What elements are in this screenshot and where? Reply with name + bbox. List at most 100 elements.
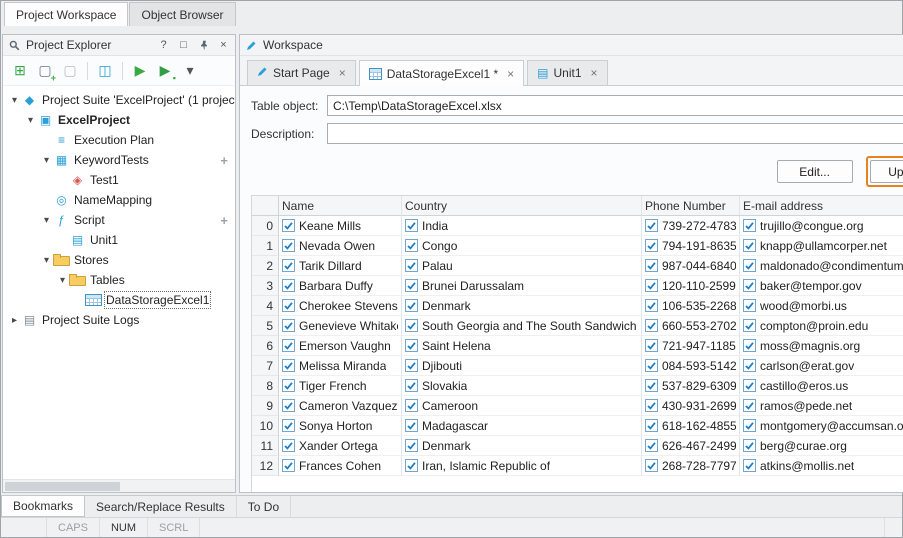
grid-cell-3-name[interactable]: Barbara Duffy — [279, 276, 402, 296]
grid-cell-2-country[interactable]: Palau — [402, 256, 642, 276]
checkbox-checked-icon[interactable] — [405, 279, 418, 292]
add-new-item-icon[interactable]: ⊞ — [9, 60, 31, 82]
row-header-7[interactable]: 7 — [252, 356, 279, 376]
tree-item-test1[interactable]: ◈Test1 — [3, 170, 235, 190]
expander-icon[interactable]: ▾ — [40, 255, 53, 266]
checkbox-checked-icon[interactable] — [645, 279, 658, 292]
grid-cell-8-phone-number[interactable]: 537-829-6309 — [642, 376, 740, 396]
checkbox-checked-icon[interactable] — [282, 219, 295, 232]
checkbox-checked-icon[interactable] — [645, 239, 658, 252]
grid-cell-4-name[interactable]: Cherokee Stevens — [279, 296, 402, 316]
doc-tab-start-page[interactable]: Start Page× — [247, 60, 356, 85]
grid-cell-9-phone-number[interactable]: 430-931-2699 — [642, 396, 740, 416]
tree-item-project-suite-excelproject-1-project[interactable]: ▾◆Project Suite 'ExcelProject' (1 projec… — [3, 90, 235, 110]
table-object-input[interactable] — [327, 95, 903, 116]
checkbox-checked-icon[interactable] — [645, 339, 658, 352]
row-header-5[interactable]: 5 — [252, 316, 279, 336]
checkbox-checked-icon[interactable] — [743, 359, 756, 372]
grid-cell-9-e-mail-address[interactable]: ramos@pede.net — [740, 396, 903, 416]
tree-item-execution-plan[interactable]: ≡Execution Plan — [3, 130, 235, 150]
tree-item-script[interactable]: ▾ƒScript+ — [3, 210, 235, 230]
grid-cell-1-e-mail-address[interactable]: knapp@ullamcorper.net — [740, 236, 903, 256]
checkbox-checked-icon[interactable] — [645, 439, 658, 452]
checkbox-checked-icon[interactable] — [743, 259, 756, 272]
checkbox-checked-icon[interactable] — [282, 339, 295, 352]
grid-cell-5-e-mail-address[interactable]: compton@proin.edu — [740, 316, 903, 336]
checkbox-checked-icon[interactable] — [282, 379, 295, 392]
remove-item-icon[interactable]: ▢ — [59, 60, 81, 82]
grid-cell-4-phone-number[interactable]: 106-535-2268 — [642, 296, 740, 316]
checkbox-checked-icon[interactable] — [645, 379, 658, 392]
run-project-icon[interactable]: ▶▪ — [154, 60, 176, 82]
grid-cell-11-e-mail-address[interactable]: berg@curae.org — [740, 436, 903, 456]
checkbox-checked-icon[interactable] — [405, 299, 418, 312]
add-existing-item-icon[interactable]: ▢+ — [34, 60, 56, 82]
help-icon[interactable]: ? — [157, 38, 170, 52]
grid-cell-4-country[interactable]: Denmark — [402, 296, 642, 316]
project-tree-hscrollbar[interactable] — [3, 479, 235, 492]
checkbox-checked-icon[interactable] — [645, 259, 658, 272]
column-header-country[interactable]: Country — [402, 196, 642, 216]
checkbox-checked-icon[interactable] — [743, 219, 756, 232]
dropdown-icon[interactable]: ▾ — [179, 60, 201, 82]
checkbox-checked-icon[interactable] — [743, 339, 756, 352]
bottom-tab-bookmarks[interactable]: Bookmarks — [1, 496, 85, 517]
description-input[interactable] — [327, 123, 903, 144]
expander-icon[interactable]: ▾ — [40, 215, 53, 226]
checkbox-checked-icon[interactable] — [282, 399, 295, 412]
grid-cell-12-country[interactable]: Iran, Islamic Republic of — [402, 456, 642, 476]
close-icon[interactable]: × — [217, 38, 230, 52]
tree-item-keywordtests[interactable]: ▾▦KeywordTests+ — [3, 150, 235, 170]
grid-cell-0-phone-number[interactable]: 739-272-4783 — [642, 216, 740, 236]
main-tab-object-browser[interactable]: Object Browser — [129, 2, 235, 26]
bottom-tab-search-replace-results[interactable]: Search/Replace Results — [85, 496, 237, 517]
close-tab-icon[interactable]: × — [339, 66, 346, 80]
row-header-3[interactable]: 3 — [252, 276, 279, 296]
checkbox-checked-icon[interactable] — [405, 259, 418, 272]
checkbox-checked-icon[interactable] — [645, 219, 658, 232]
tree-item-tables[interactable]: ▾Tables — [3, 270, 235, 290]
add-child-icon[interactable]: + — [220, 153, 228, 168]
grid-cell-10-country[interactable]: Madagascar — [402, 416, 642, 436]
expander-icon[interactable]: ▾ — [40, 155, 53, 166]
row-header-10[interactable]: 10 — [252, 416, 279, 436]
checkbox-checked-icon[interactable] — [405, 319, 418, 332]
bottom-tab-to-do[interactable]: To Do — [237, 496, 291, 517]
grid-cell-9-name[interactable]: Cameron Vazquez — [279, 396, 402, 416]
checkbox-checked-icon[interactable] — [405, 339, 418, 352]
grid-cell-7-e-mail-address[interactable]: carlson@erat.gov — [740, 356, 903, 376]
grid-cell-11-phone-number[interactable]: 626-467-2499 — [642, 436, 740, 456]
grid-cell-1-name[interactable]: Nevada Owen — [279, 236, 402, 256]
tree-item-project-suite-logs[interactable]: ▸▤Project Suite Logs — [3, 310, 235, 330]
checkbox-checked-icon[interactable] — [282, 319, 295, 332]
grid-cell-7-name[interactable]: Melissa Miranda — [279, 356, 402, 376]
column-header-e-mail-address[interactable]: E-mail address — [740, 196, 903, 216]
row-header-8[interactable]: 8 — [252, 376, 279, 396]
grid-cell-12-e-mail-address[interactable]: atkins@mollis.net — [740, 456, 903, 476]
grid-cell-0-e-mail-address[interactable]: trujillo@congue.org — [740, 216, 903, 236]
pin-icon[interactable] — [197, 38, 210, 52]
edit-button[interactable]: Edit... — [777, 160, 853, 183]
checkbox-checked-icon[interactable] — [282, 299, 295, 312]
tree-item-excelproject[interactable]: ▾▣ExcelProject — [3, 110, 235, 130]
grid-cell-6-country[interactable]: Saint Helena — [402, 336, 642, 356]
grid-cell-5-name[interactable]: Genevieve Whitaker — [279, 316, 402, 336]
checkbox-checked-icon[interactable] — [743, 439, 756, 452]
expander-icon[interactable]: ▾ — [24, 115, 37, 126]
tree-item-namemapping[interactable]: ◎NameMapping — [3, 190, 235, 210]
tree-item-stores[interactable]: ▾Stores — [3, 250, 235, 270]
grid-cell-7-phone-number[interactable]: 084-593-5142 — [642, 356, 740, 376]
row-header-4[interactable]: 4 — [252, 296, 279, 316]
column-header-phone-number[interactable]: Phone Number — [642, 196, 740, 216]
grid-cell-0-name[interactable]: Keane Mills — [279, 216, 402, 236]
checkbox-checked-icon[interactable] — [405, 379, 418, 392]
row-header-0[interactable]: 0 — [252, 216, 279, 236]
checkbox-checked-icon[interactable] — [645, 319, 658, 332]
grid-cell-10-phone-number[interactable]: 618-162-4855 — [642, 416, 740, 436]
grid-cell-3-e-mail-address[interactable]: baker@tempor.gov — [740, 276, 903, 296]
grid-cell-0-country[interactable]: India — [402, 216, 642, 236]
hscrollbar-thumb[interactable] — [5, 482, 120, 491]
checkbox-checked-icon[interactable] — [405, 439, 418, 452]
checkbox-checked-icon[interactable] — [282, 419, 295, 432]
add-child-icon[interactable]: + — [220, 213, 228, 228]
